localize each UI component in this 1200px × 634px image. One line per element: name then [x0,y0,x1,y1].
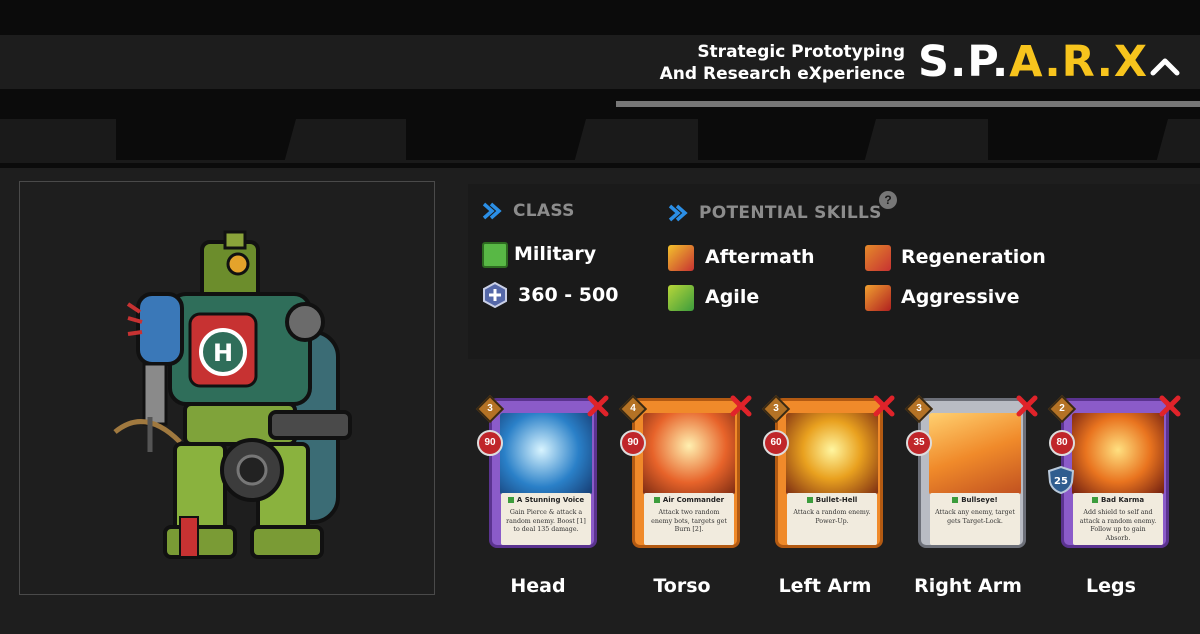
logo-yellow-part: A.R.X [1009,37,1149,87]
spark-logo: S.P.A.R.X [918,38,1148,86]
close-icon[interactable] [586,394,610,418]
slot-label-right-arm: Right Arm [914,575,1022,597]
shield-icon: 25 [1048,466,1074,494]
slot-label-legs: Legs [1086,575,1136,597]
close-icon[interactable] [872,394,896,418]
military-class-icon [482,242,508,268]
aftermath-skill-icon [668,245,694,271]
card-name: Bullseye! [930,496,1020,504]
card-description: Attack any enemy, target gets Target-Loc… [935,509,1015,525]
close-icon[interactable] [1158,394,1182,418]
card-description: Gain Pierce & attack a random enemy. Boo… [506,509,586,533]
damage-badge: 90 [477,430,503,456]
card-art [786,413,878,495]
card-description: Attack a random enemy. Power-Up. [793,509,871,525]
hp-shield-icon [483,282,507,308]
tab-1[interactable] [0,119,116,163]
shield-value: 25 [1054,476,1068,487]
slot-label-torso: Torso [653,575,711,597]
part-card-legs[interactable]: Bad Karma Add shield to self and attack … [1061,398,1169,548]
close-icon[interactable] [1015,394,1039,418]
tagline-line-2: And Research eXperience [659,64,905,84]
potential-skills-heading: POTENTIAL SKILLS [699,203,882,223]
tab-5[interactable] [1156,119,1200,163]
slot-label-left-arm: Left Arm [778,575,872,597]
logo-white-part: S.P. [918,37,1010,87]
agile-skill-icon [668,285,694,311]
chevron-right-icon [668,204,688,222]
skill-name: Regeneration [901,246,1046,268]
card-name: Bad Karma [1073,496,1163,504]
card-description: Add shield to self and attack a random e… [1079,509,1157,542]
skill-name: Aggressive [901,286,1020,308]
card-art [643,413,735,495]
damage-badge: 60 [763,430,789,456]
part-card-left-arm[interactable]: Bullet-Hell Attack a random enemy. Power… [775,398,883,548]
damage-badge: 80 [1049,430,1075,456]
mech-image-frame: H [19,181,435,595]
tagline-line-1: Strategic Prototyping [697,42,905,62]
part-card-torso[interactable]: Air Commander Attack two random enemy bo… [632,398,740,548]
chevron-up-icon[interactable] [1150,55,1180,77]
tab-3[interactable] [574,119,698,163]
part-card-head[interactable]: A Stunning Voice Gain Pierce & attack a … [489,398,597,548]
card-art [1072,413,1164,495]
card-name: A Stunning Voice [501,496,591,504]
card-art [929,413,1021,495]
regeneration-skill-icon [865,245,891,271]
slot-label-head: Head [510,575,566,597]
card-name: Air Commander [644,496,734,504]
skill-name: Agile [705,286,760,308]
card-art [500,413,592,495]
damage-badge: 90 [620,430,646,456]
hp-range: 360 - 500 [518,284,619,306]
card-description: Attack two random enemy bots, targets ge… [651,509,727,533]
damage-badge: 35 [906,430,932,456]
class-heading: CLASS [513,201,575,221]
card-name: Bullet-Hell [787,496,877,504]
tab-4[interactable] [864,119,988,163]
tab-2[interactable] [284,119,406,163]
svg-text:H: H [213,339,233,367]
skill-name: Aftermath [705,246,815,268]
chevron-right-icon [482,202,502,220]
class-name: Military [514,243,597,265]
progress-line [616,101,1200,107]
part-card-right-arm[interactable]: Bullseye! Attack any enemy, target gets … [918,398,1026,548]
close-icon[interactable] [729,394,753,418]
help-icon[interactable]: ? [879,191,897,209]
brand-tagline: Strategic Prototyping And Research eXper… [660,41,905,85]
tab-strip [0,119,1200,163]
mech-illustration: H [113,230,352,559]
aggressive-skill-icon [865,285,891,311]
